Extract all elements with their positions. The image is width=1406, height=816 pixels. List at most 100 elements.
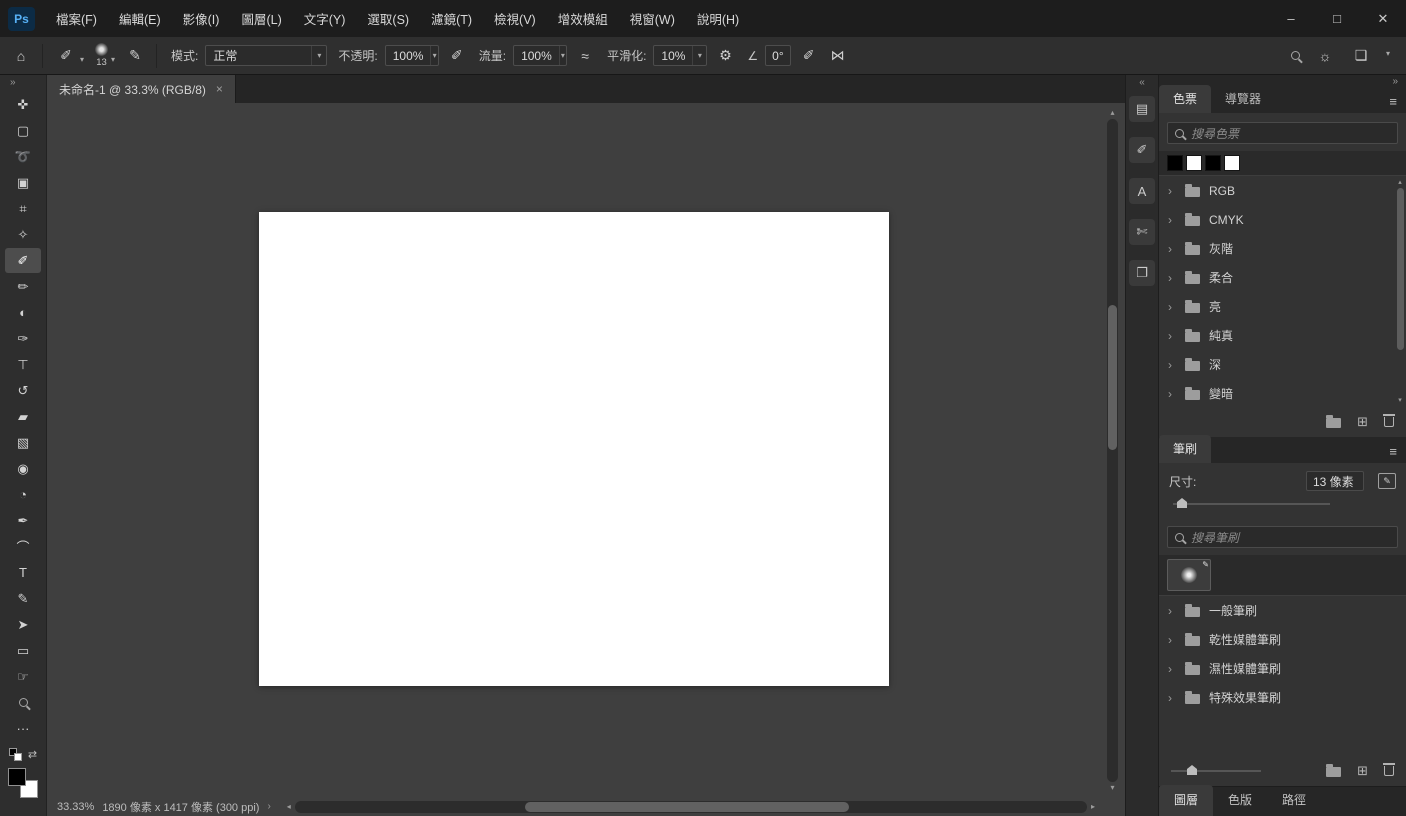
learn-panel-icon[interactable]: ✄ — [1129, 219, 1155, 245]
flow-select[interactable]: 100% ▾ — [513, 45, 568, 66]
panel-menu-icon[interactable]: ≡ — [1380, 94, 1406, 113]
tool-rectangle[interactable]: ▭ — [5, 638, 41, 663]
toolbar-collapse-icon[interactable]: » — [0, 75, 26, 92]
tool-type[interactable]: T — [5, 560, 41, 585]
tab-paths[interactable]: 路徑 — [1267, 785, 1321, 816]
preview-size-slider[interactable] — [1171, 765, 1261, 777]
libraries-panel-icon[interactable]: ❐ — [1129, 260, 1155, 286]
swatch-group-rgb[interactable]: › RGB — [1159, 176, 1406, 205]
tool-pen[interactable]: ✒ — [5, 508, 41, 533]
brush-size-slider[interactable] — [1173, 497, 1392, 511]
maximize-button[interactable]: □ — [1314, 0, 1360, 37]
menu-help[interactable]: 說明(H) — [686, 0, 750, 37]
swatch-group-grayscale[interactable]: › 灰階 — [1159, 234, 1406, 263]
dock-collapse-icon[interactable]: « — [1139, 75, 1145, 96]
minimize-button[interactable]: – — [1268, 0, 1314, 37]
tool-preset-picker[interactable]: ✐ ▾ — [53, 42, 86, 70]
chevron-down-icon[interactable]: ▾ — [1386, 49, 1390, 58]
chevron-right-icon[interactable]: › — [1168, 242, 1176, 256]
brush-settings-toggle-icon[interactable]: ✎ — [124, 44, 146, 68]
tool-rectangular-marquee[interactable]: ▢ — [5, 118, 41, 143]
tab-navigator[interactable]: 導覽器 — [1211, 85, 1275, 113]
tool-move[interactable]: ✜ — [5, 92, 41, 117]
brush-size-input[interactable]: 13 像素 — [1306, 471, 1364, 491]
tab-brushes[interactable]: 筆刷 — [1159, 435, 1212, 463]
tool-dodge[interactable]: ◔ — [5, 482, 41, 507]
new-group-icon[interactable] — [1326, 764, 1342, 777]
menu-layer[interactable]: 圖層(L) — [230, 0, 292, 37]
smoothing-gear-icon[interactable]: ⚙ — [714, 44, 736, 68]
chevron-right-icon[interactable]: › — [1168, 604, 1176, 618]
workspace-switcher-icon[interactable]: ❏ — [1350, 44, 1372, 68]
slider-thumb[interactable] — [1177, 498, 1187, 508]
character-panel-icon[interactable]: A — [1129, 178, 1155, 204]
close-button[interactable]: ✕ — [1360, 0, 1406, 37]
menu-view[interactable]: 檢視(V) — [483, 0, 547, 37]
default-colors-icon[interactable] — [8, 748, 22, 761]
tab-channels[interactable]: 色版 — [1213, 785, 1267, 816]
tool-crop[interactable]: ⌗ — [5, 196, 41, 221]
panel-menu-icon[interactable]: ≡ — [1380, 444, 1406, 463]
chevron-right-icon[interactable]: › — [1168, 387, 1176, 401]
recent-swatch[interactable] — [1205, 155, 1221, 171]
size-pressure-icon[interactable]: ✐ — [798, 44, 820, 68]
opacity-pressure-icon[interactable]: ✐ — [446, 44, 468, 68]
tool-curvature-pen[interactable]: ⌒ — [5, 534, 41, 559]
scroll-up-icon[interactable]: ▴ — [1398, 178, 1402, 188]
new-brush-icon[interactable]: ⊞ — [1357, 763, 1368, 779]
tool-zoom[interactable] — [5, 690, 41, 715]
brush-group-general[interactable]: › 一般筆刷 — [1159, 596, 1406, 625]
tool-eyedropper[interactable]: ✧ — [5, 222, 41, 247]
tool-color-replacement[interactable]: ◐ — [5, 300, 41, 325]
tool-freeform-pen[interactable]: ✎ — [5, 586, 41, 611]
menu-plugins[interactable]: 增效模組 — [547, 0, 619, 37]
chevron-right-icon[interactable]: › — [1168, 184, 1176, 198]
tool-hand[interactable]: ☞ — [5, 664, 41, 689]
menu-window[interactable]: 視窗(W) — [619, 0, 686, 37]
tool-pencil[interactable]: ✏ — [5, 274, 41, 299]
tool-mixer-brush[interactable]: ✑ — [5, 326, 41, 351]
chevron-right-icon[interactable]: › — [1168, 358, 1176, 372]
zoom-level-value[interactable]: 33.33% — [57, 801, 94, 813]
tool-history-brush[interactable]: ↺ — [5, 378, 41, 403]
selected-brush-tile[interactable]: ✎ — [1167, 559, 1211, 591]
smoothing-select[interactable]: 10% ▾ — [653, 45, 708, 66]
menu-type[interactable]: 文字(Y) — [293, 0, 357, 37]
chevron-right-icon[interactable]: › — [1168, 662, 1176, 676]
tab-close-icon[interactable]: × — [216, 82, 223, 96]
menu-image[interactable]: 影像(I) — [172, 0, 231, 37]
symmetry-icon[interactable]: ⋈ — [827, 44, 849, 68]
search-icon[interactable] — [1290, 51, 1300, 60]
chevron-right-icon[interactable]: › — [1168, 213, 1176, 227]
scroll-down-icon[interactable]: ▾ — [1110, 782, 1114, 794]
delete-icon[interactable] — [1383, 414, 1395, 427]
brush-group-dry-media[interactable]: › 乾性媒體筆刷 — [1159, 625, 1406, 654]
opacity-select[interactable]: 100% ▾ — [384, 45, 439, 66]
menu-edit[interactable]: 編輯(E) — [108, 0, 172, 37]
vertical-scroll-track[interactable] — [1107, 119, 1118, 782]
brushes-search-input[interactable]: 搜尋筆刷 — [1167, 526, 1398, 548]
brush-size-picker[interactable]: 13 ▾ — [93, 41, 117, 70]
tool-object-selection[interactable]: ▣ — [5, 170, 41, 195]
recent-swatch[interactable] — [1167, 155, 1183, 171]
swatch-group-dark[interactable]: › 深 — [1159, 350, 1406, 379]
tool-lasso[interactable]: ➰ — [5, 144, 41, 169]
tool-brush[interactable]: ✐ — [5, 248, 41, 273]
dock-expand-icon[interactable]: » — [1392, 76, 1398, 87]
tool-more-options[interactable]: ··· — [5, 716, 41, 741]
home-icon[interactable]: ⌂ — [10, 44, 32, 68]
brush-settings-toggle-icon[interactable]: ✎ — [1378, 473, 1396, 489]
brush-group-special-effects[interactable]: › 特殊效果筆刷 — [1159, 683, 1406, 712]
menu-select[interactable]: 選取(S) — [356, 0, 420, 37]
document-tab[interactable]: 未命名-1 @ 33.3% (RGB/8) × — [47, 75, 236, 103]
menu-file[interactable]: 檔案(F) — [45, 0, 108, 37]
mode-select[interactable]: 正常 ▾ — [205, 45, 328, 66]
properties-panel-icon[interactable]: ▤ — [1129, 96, 1155, 122]
chevron-right-icon[interactable]: › — [1168, 691, 1176, 705]
swatch-group-pastel[interactable]: › 柔合 — [1159, 263, 1406, 292]
menu-filter[interactable]: 濾鏡(T) — [420, 0, 483, 37]
tab-layers[interactable]: 圖層 — [1159, 785, 1214, 816]
scroll-up-icon[interactable]: ▴ — [1110, 107, 1114, 119]
recent-swatch[interactable] — [1224, 155, 1240, 171]
horizontal-scroll-thumb[interactable] — [524, 801, 850, 812]
